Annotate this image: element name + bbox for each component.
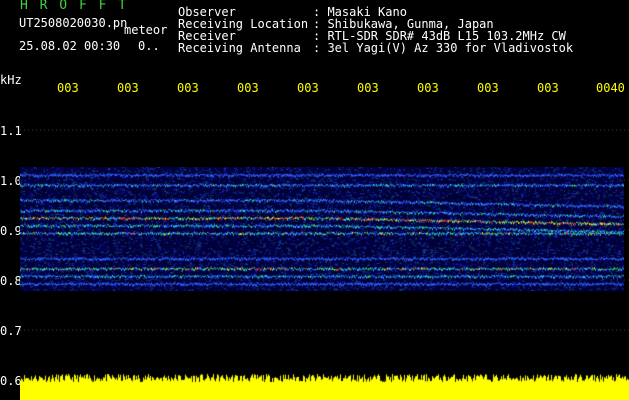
file-name: UT2508020030.pn <box>19 16 128 30</box>
antenna-label: Receiving Antenna <box>178 41 301 55</box>
hrofft-window: H R O F F T UT2508020030.pn meteor 25.08… <box>0 0 629 400</box>
y-tick-label: 0.8 <box>0 274 22 288</box>
antenna-value: : 3el Yagi(V) Az 330 for Vladivostok <box>313 41 574 55</box>
y-tick-label: 1.1 <box>0 124 22 138</box>
y-tick-label: 1.0 <box>0 174 22 188</box>
power-bar <box>20 370 629 400</box>
y-tick-label: 0.7 <box>0 324 22 338</box>
timestamp-extra: 0.. <box>138 39 160 53</box>
y-axis-unit: kHz <box>0 73 22 87</box>
timestamp: 25.08.02 00:30 <box>19 39 121 53</box>
y-tick-label: 0.9 <box>0 224 22 238</box>
y-tick-label: 0.6 <box>0 374 22 388</box>
spectrogram <box>20 167 624 291</box>
brand-title: H R O F F T <box>20 0 129 13</box>
mode-tag: meteor <box>124 23 168 37</box>
